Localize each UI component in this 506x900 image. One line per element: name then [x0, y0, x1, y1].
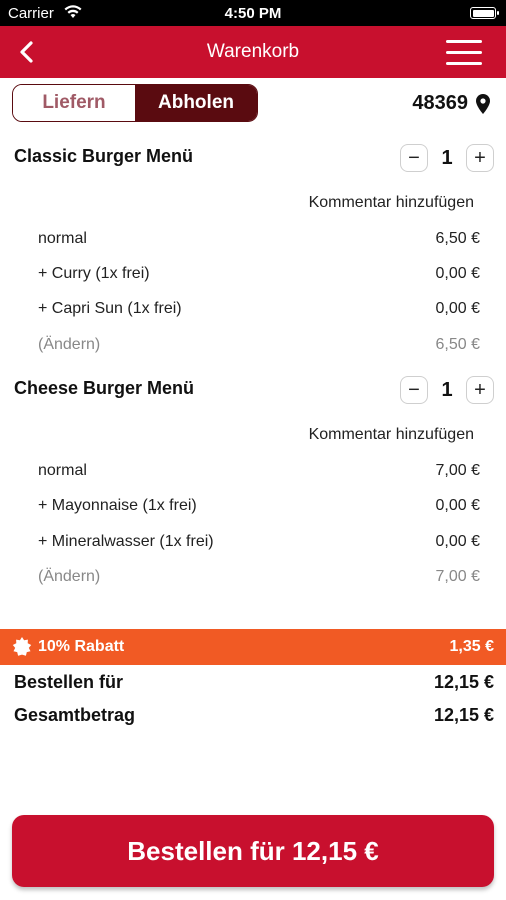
location-pin-icon — [476, 93, 490, 114]
place-order-button[interactable]: Bestellen für 12,15 € — [12, 815, 494, 887]
item-name: Classic Burger Menü — [14, 146, 194, 166]
line-label: + Mineralwasser (1x frei) — [38, 533, 214, 550]
item-line: (Ändern) 6,50 € — [38, 336, 480, 354]
item-line: + Mayonnaise (1x frei) 0,00 € — [38, 497, 480, 515]
line-price: 6,50 € — [435, 230, 480, 247]
line-price: 6,50 € — [435, 336, 480, 353]
increase-button[interactable]: + — [466, 144, 494, 172]
item-line: (Ändern) 7,00 € — [38, 568, 480, 586]
line-label: + Capri Sun (1x frei) — [38, 300, 182, 317]
add-comment-link[interactable]: Kommentar hinzufügen — [309, 194, 474, 212]
summary-total-row: Gesamtbetrag 12,15 € — [14, 705, 494, 726]
increase-button[interactable]: + — [466, 376, 494, 404]
page-title: Warenkorb — [206, 41, 300, 62]
item-line: normal 6,50 € — [38, 230, 480, 248]
line-price: 7,00 € — [435, 568, 480, 585]
item-line: normal 7,00 € — [38, 462, 480, 480]
total-value: 12,15 € — [433, 705, 494, 725]
summary-label: Bestellen für — [14, 672, 124, 692]
discount-bar: 10% Rabatt 1,35 € — [0, 629, 506, 665]
change-link[interactable]: (Ändern) — [38, 336, 100, 354]
line-price: 7,00 € — [435, 462, 480, 479]
quantity-value: 1 — [441, 378, 453, 401]
battery-icon — [470, 7, 499, 19]
item-line: + Capri Sun (1x frei) 0,00 € — [38, 300, 480, 318]
clock: 4:50 PM — [224, 5, 282, 22]
nav-bar: Warenkorb — [0, 26, 506, 78]
total-label: Gesamtbetrag — [14, 705, 136, 725]
quantity-stepper: − 1 + — [400, 144, 494, 172]
line-price: 0,00 € — [435, 497, 480, 514]
discount-amount: 1,35 € — [449, 638, 494, 655]
item-line: + Curry (1x frei) 0,00 € — [38, 265, 480, 283]
line-price: 0,00 € — [435, 265, 480, 282]
pickup-option[interactable]: Abholen — [135, 85, 257, 121]
quantity-value: 1 — [441, 146, 453, 169]
summary-value: 12,15 € — [433, 672, 494, 692]
quantity-stepper: − 1 + — [400, 376, 494, 404]
change-link[interactable]: (Ändern) — [38, 568, 100, 586]
delivery-mode-toggle: Liefern Abholen — [12, 84, 258, 122]
decrease-button[interactable]: − — [400, 376, 428, 404]
line-label: normal — [38, 230, 87, 247]
line-label: + Mayonnaise (1x frei) — [38, 497, 197, 514]
discount-label: 10% Rabatt — [38, 638, 125, 655]
discount-badge-icon — [12, 637, 32, 656]
deliver-option[interactable]: Liefern — [13, 85, 135, 121]
line-price: 0,00 € — [435, 300, 480, 317]
line-price: 0,00 € — [435, 533, 480, 550]
summary-order-row: Bestellen für 12,15 € — [14, 672, 494, 693]
zip-code: 48369 — [412, 92, 468, 114]
decrease-button[interactable]: − — [400, 144, 428, 172]
hamburger-menu-icon[interactable] — [446, 40, 482, 66]
line-label: normal — [38, 462, 87, 479]
status-bar: Carrier 4:50 PM — [0, 0, 506, 26]
item-name: Cheese Burger Menü — [14, 378, 195, 398]
location-selector[interactable]: 48369 — [412, 92, 490, 115]
add-comment-link[interactable]: Kommentar hinzufügen — [309, 426, 474, 444]
item-line: + Mineralwasser (1x frei) 0,00 € — [38, 533, 480, 551]
line-label: + Curry (1x frei) — [38, 265, 150, 282]
